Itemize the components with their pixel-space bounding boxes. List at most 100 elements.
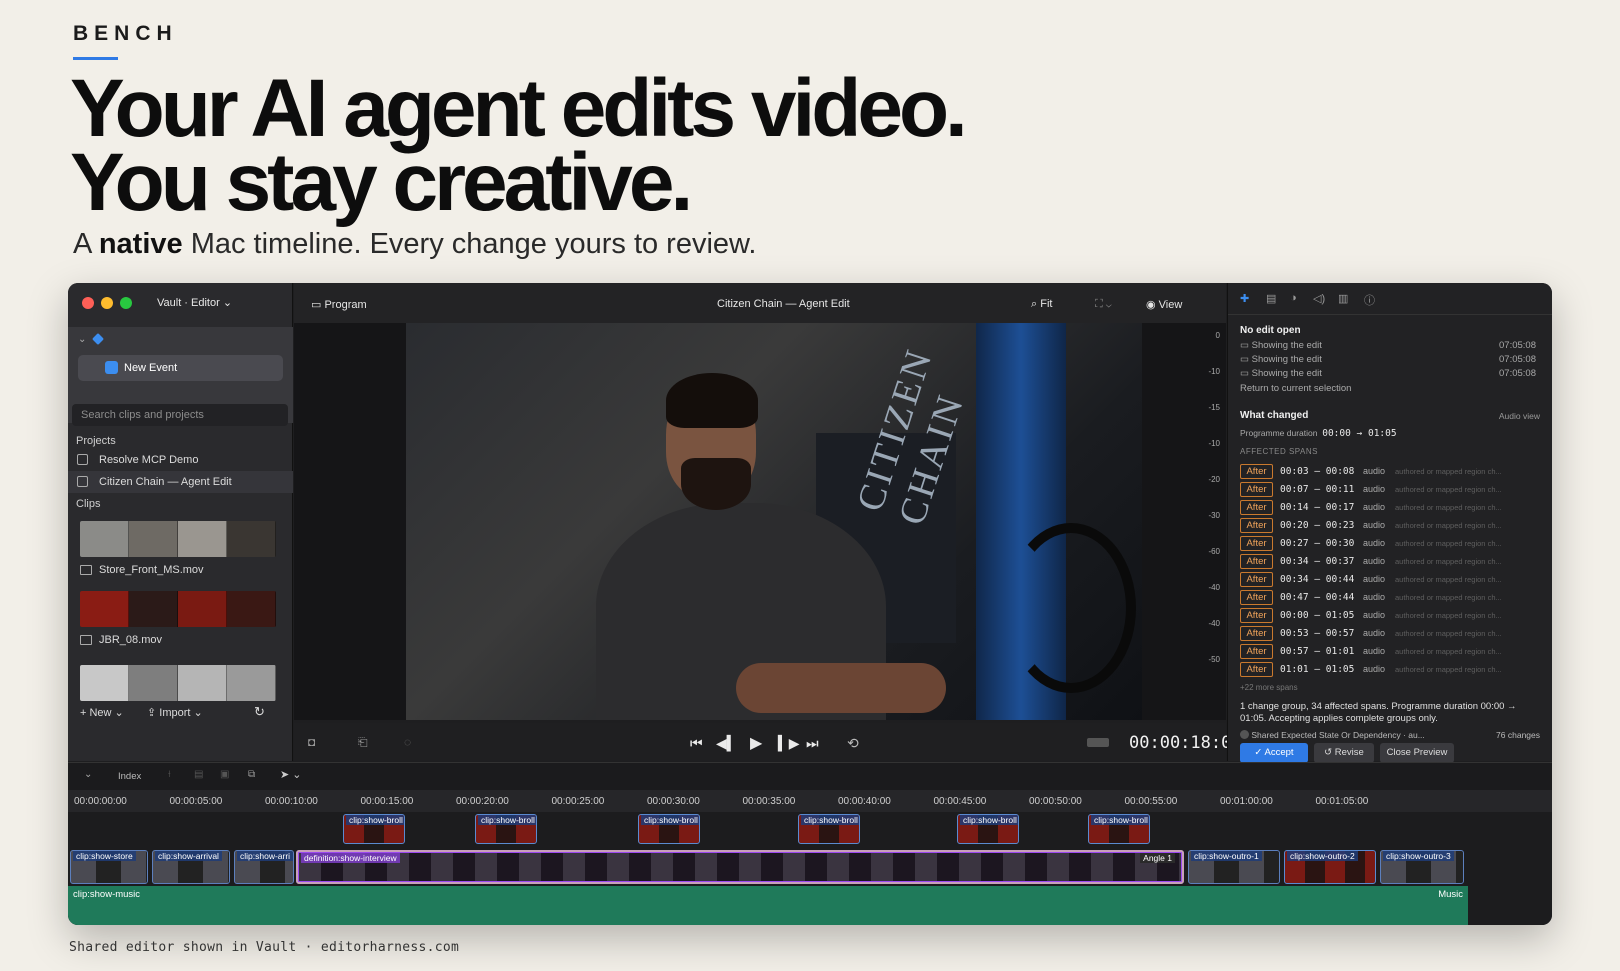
- blade-icon[interactable]: ⟊: [168, 769, 171, 780]
- span-kind: audio: [1363, 574, 1386, 584]
- music-track[interactable]: clip:show-music Music: [68, 886, 1468, 925]
- marker-icon[interactable]: ◌: [404, 735, 411, 749]
- broll-clip[interactable]: clip:show-broll: [475, 814, 537, 844]
- span-row[interactable]: After 00:34 – 00:37 audio authored or mappe…: [1240, 554, 1540, 570]
- search-input[interactable]: Search clips and projects: [72, 404, 288, 426]
- new-menu-button[interactable]: + New ⌄: [80, 706, 124, 719]
- subhead-post: Mac timeline. Every change yours to revi…: [182, 228, 757, 260]
- insert-icon[interactable]: ▤: [194, 769, 203, 780]
- video-frame[interactable]: CITIZEN CHAIN: [406, 323, 1142, 720]
- close-preview-button[interactable]: Close Preview: [1380, 743, 1454, 763]
- primary-clip[interactable]: clip:show-store: [70, 850, 148, 884]
- history-item[interactable]: ▭ Showing the edit 07:05:08: [1240, 368, 1536, 379]
- chevron-down-icon: ⌄: [222, 297, 233, 309]
- broll-clip[interactable]: clip:show-broll: [798, 814, 860, 844]
- return-to-selection-link[interactable]: Return to current selection: [1240, 383, 1536, 394]
- audio-tab-icon[interactable]: ◁): [1313, 292, 1325, 305]
- person-figure: [596, 363, 946, 720]
- primary-clip[interactable]: clip:show-arri: [234, 850, 294, 884]
- clip-thumbnail[interactable]: [80, 665, 276, 701]
- span-row[interactable]: After 00:53 – 00:57 audio authored or mappe…: [1240, 626, 1540, 642]
- group-toggle-icon[interactable]: [1240, 730, 1249, 739]
- overwrite-icon[interactable]: ▣: [220, 769, 229, 780]
- skip-to-start-icon[interactable]: ⏮: [690, 735, 703, 752]
- fit-zoom-button[interactable]: ⌕ Fit: [1031, 298, 1052, 311]
- span-row[interactable]: After 00:14 – 00:17 audio authored or mappe…: [1240, 500, 1540, 516]
- index-button[interactable]: Index: [118, 771, 141, 782]
- span-note: authored or mapped region ch...: [1395, 611, 1502, 620]
- skip-to-end-icon[interactable]: ⏭: [806, 735, 819, 752]
- history-item[interactable]: ▭ Showing the edit 07:05:08: [1240, 340, 1536, 351]
- clip-appearance-icon[interactable]: ⧉: [248, 769, 255, 780]
- minimize-window-button[interactable]: [101, 297, 113, 309]
- span-row[interactable]: After 00:00 – 01:05 audio authored or mappe…: [1240, 608, 1540, 624]
- timeline-ruler[interactable]: 00:00:00:00 00:00:05:00 00:00:10:00 00:00:1…: [68, 790, 1552, 812]
- ruler-tick: 00:00:55:00: [1124, 796, 1178, 807]
- clip-item[interactable]: JBR_08.mov: [80, 634, 162, 646]
- brand-logo: BENCH: [73, 22, 178, 45]
- meters-tab-icon[interactable]: ▥: [1338, 292, 1348, 305]
- span-row[interactable]: After 00:07 – 00:11 audio authored or mappe…: [1240, 482, 1540, 498]
- program-tab[interactable]: ▭ Program: [311, 298, 367, 311]
- project-item-active[interactable]: Citizen Chain — Agent Edit: [68, 471, 293, 493]
- broll-clip[interactable]: clip:show-broll: [1088, 814, 1150, 844]
- after-badge: After: [1240, 518, 1273, 533]
- span-row[interactable]: After 00:27 – 00:30 audio authored or mappe…: [1240, 536, 1540, 552]
- color-tab-icon[interactable]: ◑: [1290, 292, 1297, 304]
- outro-clip[interactable]: clip:show-outro-3: [1380, 850, 1464, 884]
- play-icon[interactable]: ▶: [750, 733, 762, 753]
- view-menu-button[interactable]: ◉ View: [1146, 298, 1182, 311]
- agent-tab-icon[interactable]: ✚: [1240, 292, 1249, 305]
- span-range: 00:34 – 00:37: [1280, 556, 1355, 567]
- revise-button[interactable]: ↺ Revise: [1314, 743, 1374, 763]
- timecode[interactable]: 00:00:18:00: [1129, 733, 1242, 753]
- disclosure-chevron-icon[interactable]: ⌄: [78, 334, 86, 345]
- change-group-row[interactable]: Shared Expected State Or Dependency · au…: [1240, 730, 1540, 740]
- library-selector[interactable]: Vault · Editor ⌄: [157, 296, 232, 309]
- crop-menu-button[interactable]: ⛶ ⌄: [1095, 298, 1112, 311]
- span-range: 00:57 – 01:01: [1280, 646, 1355, 657]
- span-row[interactable]: After 00:34 – 00:44 audio authored or mappe…: [1240, 572, 1540, 588]
- broll-clip[interactable]: clip:show-broll: [957, 814, 1019, 844]
- ruler-tick: 00:00:30:00: [647, 796, 700, 807]
- broll-clip[interactable]: clip:show-broll: [638, 814, 700, 844]
- history-item[interactable]: ▭ Showing the edit 07:05:08: [1240, 354, 1536, 365]
- project-item[interactable]: Resolve MCP Demo: [68, 449, 293, 471]
- span-row[interactable]: After 01:01 – 01:05 audio authored or mappe…: [1240, 662, 1540, 678]
- primary-clip[interactable]: clip:show-arrival: [152, 850, 230, 884]
- info-tab-icon[interactable]: ⓘ: [1364, 292, 1375, 308]
- timeline-collapse-icon[interactable]: ⌄: [84, 769, 92, 780]
- loop-icon[interactable]: ⟲: [847, 735, 859, 752]
- change-summary: 1 change group, 34 affected spans. Progr…: [1240, 701, 1517, 724]
- clip-thumbnail[interactable]: [80, 591, 276, 627]
- more-spans-link[interactable]: +22 more spans: [1240, 683, 1298, 692]
- history-time: 07:05:08: [1499, 340, 1536, 351]
- new-event-item[interactable]: New Event: [78, 355, 283, 381]
- span-row[interactable]: After 00:57 – 01:01 audio authored or mappe…: [1240, 644, 1540, 660]
- span-range: 00:53 – 00:57: [1280, 628, 1355, 639]
- broll-clip[interactable]: clip:show-broll: [343, 814, 405, 844]
- span-kind: audio: [1363, 664, 1386, 674]
- audio-view-link[interactable]: Audio view: [1499, 411, 1540, 421]
- span-row[interactable]: After 00:03 – 00:08 audio authored or mappe…: [1240, 464, 1540, 480]
- span-kind: audio: [1363, 502, 1386, 512]
- step-forward-icon[interactable]: ▍▶: [778, 735, 800, 752]
- accept-button[interactable]: ✓ Accept: [1240, 743, 1308, 763]
- span-row[interactable]: After 00:47 – 00:44 audio authored or mappe…: [1240, 590, 1540, 606]
- pointer-tool-icon[interactable]: ➤ ⌄: [280, 768, 302, 781]
- zoom-window-button[interactable]: [120, 297, 132, 309]
- outro-clip[interactable]: clip:show-outro-1: [1188, 850, 1280, 884]
- ruler-tick: 00:00:35:00: [742, 796, 796, 807]
- step-back-icon[interactable]: ◀▍: [716, 735, 738, 752]
- import-menu-button[interactable]: ⇪ Import ⌄: [147, 706, 203, 719]
- bookmark-icon[interactable]: ⎗: [358, 735, 368, 750]
- film-tab-icon[interactable]: ▤: [1266, 292, 1276, 305]
- refresh-icon[interactable]: ↻: [254, 704, 265, 720]
- span-row[interactable]: After 00:20 – 00:23 audio authored or mappe…: [1240, 518, 1540, 534]
- clip-item[interactable]: Store_Front_MS.mov: [80, 564, 204, 576]
- outro-clip[interactable]: clip:show-outro-2: [1284, 850, 1376, 884]
- music-role-label: Music: [1438, 889, 1463, 900]
- clip-thumbnail[interactable]: [80, 521, 276, 557]
- camera-icon[interactable]: ◘: [308, 735, 315, 749]
- close-window-button[interactable]: [82, 297, 94, 309]
